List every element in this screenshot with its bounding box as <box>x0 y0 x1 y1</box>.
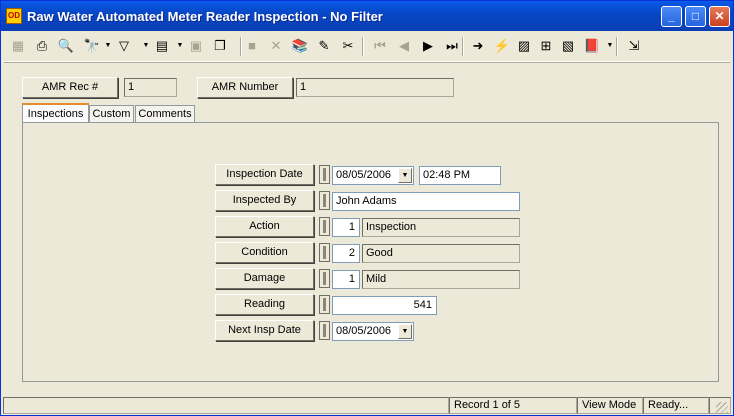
last-record-icon[interactable]: ⏭ <box>442 36 462 56</box>
goto-arrow-icon[interactable]: ➜ <box>468 36 488 56</box>
map-icon[interactable]: ▧ <box>558 36 578 56</box>
exit-icon[interactable]: ⇲ <box>624 36 644 56</box>
chevron-down-icon[interactable]: ▼ <box>142 36 150 56</box>
toolbar: ▦ ⎙ 🔍 🔭 ▼ ▽ ▼ ▤ ▼ ▣ ❐ ■ ✕ 📚 ✎ ✂ ⏮ ◀ ▶ ⏭ ➜ ⚡ ▨ ⊞ ▧ 📕 ▼ ⇲ <box>4 33 730 62</box>
window-title: Raw Water Automated Meter Reader Inspect… <box>27 9 383 24</box>
tab-custom[interactable]: Custom <box>89 105 134 123</box>
status-state: Ready... <box>643 397 709 414</box>
network-icon[interactable]: ⊞ <box>536 36 556 56</box>
inspected-by-button[interactable]: Inspected By <box>215 190 314 211</box>
app-window: OD Raw Water Automated Meter Reader Insp… <box>0 0 734 416</box>
toolbar-separator <box>362 37 364 56</box>
status-grip-panel <box>709 397 731 414</box>
delete-icon[interactable]: ✕ <box>266 36 286 56</box>
record-marker <box>319 243 330 262</box>
status-record: Record 1 of 5 <box>449 397 577 414</box>
record-marker <box>319 165 330 184</box>
new-record-icon[interactable]: ▦ <box>8 36 28 56</box>
damage-code-field[interactable]: 1 <box>332 270 360 289</box>
report-icon[interactable]: ▤ <box>152 36 172 56</box>
next-insp-date-value: 08/05/2006 <box>336 325 392 337</box>
reading-button[interactable]: Reading <box>215 294 314 315</box>
chevron-down-icon[interactable]: ▼ <box>398 324 412 339</box>
status-panel-empty <box>3 397 449 414</box>
copy-record-icon[interactable]: ▣ <box>186 36 206 56</box>
inspection-date-value: 08/05/2006 <box>336 169 392 181</box>
print-icon[interactable]: ⎙ <box>32 36 52 56</box>
reading-field[interactable]: 541 <box>332 296 437 315</box>
save-icon[interactable]: ■ <box>242 36 262 56</box>
dashboard-icon[interactable]: ▨ <box>514 36 534 56</box>
close-button[interactable]: ✕ <box>709 6 730 27</box>
status-bar: Record 1 of 5 View Mode Ready... <box>1 396 733 415</box>
record-marker <box>319 191 330 210</box>
toolbar-separator <box>462 37 464 56</box>
lightning-icon[interactable]: ⚡ <box>492 36 512 56</box>
next-insp-date-button[interactable]: Next Insp Date <box>215 320 314 341</box>
inspection-date-button[interactable]: Inspection Date <box>215 164 314 185</box>
action-description-field: Inspection <box>362 218 520 237</box>
status-mode: View Mode <box>577 397 643 414</box>
amr-rec-button[interactable]: AMR Rec # <box>22 77 118 98</box>
record-marker <box>319 321 330 340</box>
cut-icon[interactable]: ✂ <box>338 36 358 56</box>
chevron-down-icon[interactable]: ▼ <box>176 36 184 56</box>
title-bar[interactable]: OD Raw Water Automated Meter Reader Insp… <box>1 1 733 31</box>
inspection-time-field[interactable]: 02:48 PM <box>419 166 501 185</box>
record-marker <box>319 295 330 314</box>
action-button[interactable]: Action <box>215 216 314 237</box>
chevron-down-icon[interactable]: ▼ <box>606 36 614 56</box>
chevron-down-icon[interactable]: ▼ <box>398 168 412 183</box>
next-insp-date-field[interactable]: 08/05/2006 ▼ <box>332 322 414 341</box>
chevron-down-icon[interactable]: ▼ <box>104 36 112 56</box>
first-record-icon[interactable]: ⏮ <box>370 36 390 56</box>
amr-rec-field: 1 <box>124 78 177 97</box>
resize-grip-icon[interactable] <box>716 402 728 413</box>
minimize-button[interactable]: _ <box>661 6 682 27</box>
edit-pencil-icon[interactable]: ✎ <box>314 36 334 56</box>
record-marker <box>319 269 330 288</box>
filter-icon[interactable]: ▽ <box>114 36 134 56</box>
condition-code-field[interactable]: 2 <box>332 244 360 263</box>
books-icon[interactable]: 📚 <box>290 36 310 56</box>
amr-number-field: 1 <box>296 78 454 97</box>
action-code-field[interactable]: 1 <box>332 218 360 237</box>
maximize-button[interactable]: □ <box>685 6 706 27</box>
amr-number-button[interactable]: AMR Number <box>197 77 293 98</box>
library-icon[interactable]: 📕 <box>582 36 602 56</box>
inspection-date-field[interactable]: 08/05/2006 ▼ <box>332 166 414 185</box>
next-record-icon[interactable]: ▶ <box>418 36 438 56</box>
damage-description-field: Mild <box>362 270 520 289</box>
previous-record-icon[interactable]: ◀ <box>394 36 414 56</box>
tab-comments[interactable]: Comments <box>135 105 195 123</box>
toolbar-separator <box>240 37 242 56</box>
condition-description-field: Good <box>362 244 520 263</box>
find-icon[interactable]: 🔭 <box>82 36 102 56</box>
app-icon[interactable]: OD <box>6 8 22 24</box>
record-marker <box>319 217 330 236</box>
damage-button[interactable]: Damage <box>215 268 314 289</box>
duplicate-icon[interactable]: ❐ <box>210 36 230 56</box>
inspected-by-field[interactable]: John Adams <box>332 192 520 211</box>
tab-inspections[interactable]: Inspections <box>22 103 89 124</box>
condition-button[interactable]: Condition <box>215 242 314 263</box>
print-preview-icon[interactable]: 🔍 <box>56 36 76 56</box>
toolbar-separator <box>616 37 618 56</box>
